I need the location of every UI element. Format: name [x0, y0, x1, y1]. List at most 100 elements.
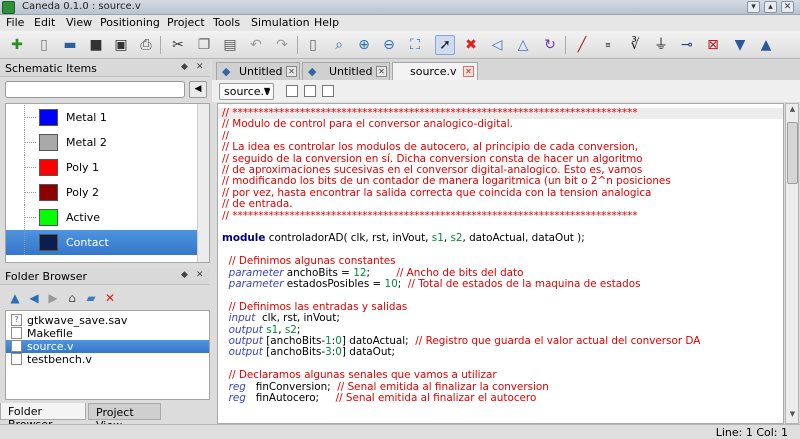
chevron-down-icon: ▼	[263, 86, 270, 95]
code-line: // Definimos las entradas y salidas	[222, 301, 408, 313]
code-token: // de entrada.	[222, 198, 293, 211]
dock-close-icon[interactable]: ✕	[196, 270, 204, 280]
code-token: ] datoActual;	[341, 335, 416, 347]
text-file-icon[interactable]: ▯	[303, 35, 323, 55]
new-file-icon[interactable]: ✚	[7, 35, 27, 55]
layer-list-scrollbar[interactable]	[197, 104, 209, 262]
new-document-icon[interactable]: ▯	[34, 35, 54, 55]
code-token: finConversion;	[245, 380, 338, 393]
unknown-file-icon: ?	[11, 314, 22, 326]
list-item[interactable]: Metal 2	[6, 130, 209, 155]
file-select-combo[interactable]: source.v ▼	[219, 83, 274, 100]
code-line: output [anchoBits-1:0] datoActual; // Re…	[222, 335, 701, 347]
zoom-out-icon[interactable]: ⊖	[379, 35, 399, 55]
rotate-icon[interactable]: ↻	[540, 35, 560, 55]
equation-icon[interactable]: ∛	[625, 35, 645, 55]
dock-float-icon[interactable]: ◆	[181, 270, 188, 280]
back-arrow-icon[interactable]: ◀	[26, 290, 42, 306]
clear-filter-icon[interactable]: ◀	[189, 81, 207, 98]
paste-icon[interactable]: ▤	[220, 35, 240, 55]
new-folder-icon[interactable]: ▰	[83, 290, 99, 306]
port-icon[interactable]: ⊸	[677, 35, 697, 55]
tab-source-v[interactable]: source.v ✕	[392, 62, 478, 80]
list-item-selected[interactable]: Contact	[6, 230, 209, 255]
app-logo-icon	[2, 1, 15, 14]
component-icon[interactable]: ⊠	[703, 35, 723, 55]
code-line: parameter estadosPosibles = 10; // Total…	[222, 279, 641, 290]
list-item[interactable]: Metal 1	[6, 105, 209, 130]
minimize-button[interactable]: ▾	[747, 1, 760, 13]
menu-tools[interactable]: Tools	[213, 16, 240, 29]
close-tab-icon[interactable]: ✕	[376, 66, 387, 77]
mirror-x-icon[interactable]: ◁	[487, 35, 507, 55]
split-horizontal-icon[interactable]	[286, 85, 298, 97]
filter-input[interactable]	[5, 81, 185, 98]
up-arrow-icon[interactable]: ▲	[7, 290, 23, 306]
menu-bar: File Edit View Positioning Project Tools…	[0, 15, 800, 31]
close-tab-icon[interactable]: ✕	[286, 66, 297, 77]
ground-icon[interactable]: ⏚	[651, 35, 671, 55]
close-tab-icon[interactable]: ✕	[463, 66, 474, 77]
list-item[interactable]: Poly 1	[6, 155, 209, 180]
menu-positioning[interactable]: Positioning	[100, 16, 160, 29]
list-item-selected[interactable]: source.v	[6, 340, 209, 353]
code-token: // de aproximaciones sucesivas en el con…	[222, 164, 643, 176]
list-item[interactable]: ? gtkwave_save.sav	[6, 314, 209, 327]
code-token: s1	[266, 323, 279, 336]
color-swatch	[39, 234, 58, 251]
color-swatch	[39, 209, 58, 226]
tab-untitled-2[interactable]: ◆ Untitled ✕	[302, 62, 390, 80]
code-token: parameter	[228, 278, 284, 290]
simulate-icon[interactable]: ▲	[756, 35, 776, 55]
code-line: // Definimos algunas constantes	[222, 256, 396, 267]
zoom-in-icon[interactable]: ⊕	[354, 35, 374, 55]
copy-icon[interactable]: ❐	[194, 35, 214, 55]
layer-list: Metal 1 Metal 2 Poly 1 Poly 2 Active Con…	[5, 103, 210, 263]
mirror-y-icon[interactable]: △	[513, 35, 533, 55]
maximize-button[interactable]: ▴	[764, 1, 777, 13]
split-vertical-icon[interactable]	[304, 85, 316, 97]
zoom-icon[interactable]: ⌕	[329, 35, 349, 55]
dock-float-icon[interactable]: ◆	[181, 62, 188, 72]
list-item[interactable]: Poly 2	[6, 180, 209, 205]
menu-edit[interactable]: Edit	[34, 16, 55, 29]
zoom-fit-icon[interactable]: ⛶	[405, 35, 425, 55]
code-editor[interactable]: // *************************************…	[217, 103, 784, 424]
print-icon[interactable]: ⎙	[136, 35, 156, 55]
code-scrollbar[interactable]: ▲ ▼	[785, 103, 799, 424]
tab-folder-browser[interactable]: Folder Browser	[0, 403, 86, 431]
menu-simulation[interactable]: Simulation	[251, 16, 310, 29]
menu-project[interactable]: Project	[167, 16, 205, 29]
save-all-icon[interactable]: ▣	[111, 35, 131, 55]
probe-icon[interactable]: ▼	[730, 35, 750, 55]
scroll-thumb[interactable]	[787, 122, 798, 184]
wire-icon[interactable]: ╱	[572, 35, 592, 55]
select-arrow-icon[interactable]: ➚	[435, 35, 455, 55]
delete-icon[interactable]: ✖	[461, 35, 481, 55]
close-window-button[interactable]: ✕	[781, 1, 794, 13]
open-icon[interactable]: ▬	[60, 35, 80, 55]
home-icon[interactable]: ⌂	[64, 290, 80, 306]
editor-toolbar: source.v ▼	[212, 80, 800, 102]
tab-project-view[interactable]: Project View	[88, 403, 161, 432]
menu-file[interactable]: File	[6, 16, 24, 29]
menu-view[interactable]: View	[66, 16, 92, 29]
delete-file-icon[interactable]: ✕	[102, 290, 118, 306]
save-icon[interactable]: ■	[86, 35, 106, 55]
dock-close-icon[interactable]: ✕	[196, 62, 204, 72]
list-item[interactable]: Active	[6, 205, 209, 230]
tab-untitled-1[interactable]: ◆ Untitled ✕	[216, 62, 300, 80]
list-item[interactable]: Makefile	[6, 327, 209, 340]
name-icon[interactable]: ≡	[598, 35, 618, 55]
scroll-down-icon[interactable]: ▼	[787, 410, 798, 422]
forward-arrow-icon[interactable]: ▶	[45, 290, 61, 306]
scroll-up-icon[interactable]: ▲	[787, 105, 798, 117]
undo-icon[interactable]: ↶	[246, 35, 266, 55]
menu-help[interactable]: Help	[314, 16, 339, 29]
redo-icon[interactable]: ↷	[272, 35, 292, 55]
code-token: clk, rst, inVout;	[255, 312, 340, 325]
cut-icon[interactable]: ✂	[168, 35, 188, 55]
close-split-icon[interactable]	[322, 85, 334, 97]
list-item[interactable]: testbench.v	[6, 353, 209, 366]
